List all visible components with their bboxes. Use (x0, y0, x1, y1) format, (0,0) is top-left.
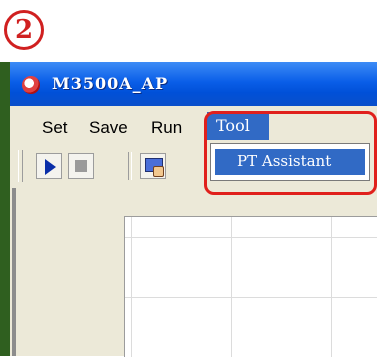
menu-save[interactable]: Save (89, 118, 128, 138)
step-number-badge: 2 (4, 10, 44, 50)
hand-pointer-icon (153, 166, 164, 177)
window-title: M3500A_AP (52, 74, 169, 93)
menu-set[interactable]: Set (42, 118, 68, 138)
pt-assistant-button[interactable] (140, 153, 166, 179)
play-button[interactable] (36, 153, 62, 179)
plot-area (124, 216, 377, 357)
background-edge (0, 62, 10, 356)
toolbar-separator (128, 152, 132, 180)
app-logo-icon (22, 76, 40, 94)
stop-button[interactable] (68, 153, 94, 179)
panel-border (12, 188, 16, 356)
menu-run[interactable]: Run (151, 118, 182, 138)
toolbar-grip[interactable] (18, 150, 23, 182)
callout-highlight-box (204, 111, 377, 195)
